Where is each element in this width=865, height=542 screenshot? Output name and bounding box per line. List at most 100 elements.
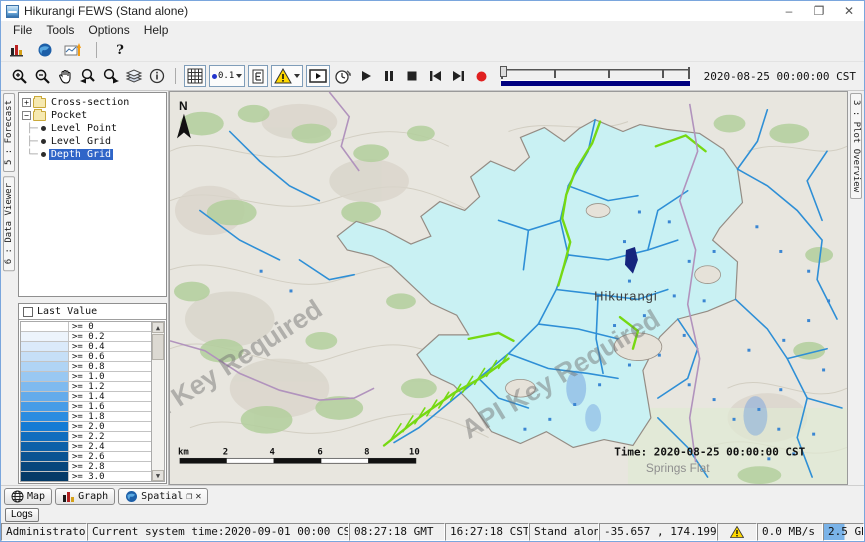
- legend-label: >= 0.6: [69, 352, 105, 361]
- map-globe-icon[interactable]: [35, 39, 55, 61]
- help-button[interactable]: ?: [110, 39, 130, 61]
- threshold-value: 0.1: [218, 71, 234, 81]
- legend-swatch: [21, 342, 69, 351]
- legend-swatch: [21, 362, 69, 371]
- tab-data-viewer[interactable]: 6 : Data Viewer: [3, 176, 15, 271]
- svg-text:km: km: [178, 447, 189, 457]
- tab-graph[interactable]: Graph: [55, 488, 115, 505]
- play-button[interactable]: [356, 65, 376, 87]
- legend-label: >= 0.4: [69, 342, 105, 351]
- legend-label: >= 2.8: [69, 462, 105, 471]
- status-local-time: 16:27:18 CST: [445, 523, 529, 541]
- legend-scrollbar[interactable]: ▲ ▼: [151, 322, 164, 481]
- time-slider[interactable]: [500, 65, 690, 87]
- collapse-icon[interactable]: −: [22, 111, 31, 120]
- tab-map[interactable]: Map: [4, 488, 52, 505]
- zoom-next-icon[interactable]: [101, 65, 121, 87]
- legend-swatch: [21, 462, 69, 471]
- tree-item-level-point[interactable]: ├─Level Point: [20, 122, 165, 135]
- legend-swatch: [21, 322, 69, 331]
- locality-label: Springs Flat: [646, 461, 710, 475]
- legend-swatch: [21, 352, 69, 361]
- legend-label: >= 2.0: [69, 422, 105, 431]
- scroll-down-icon[interactable]: ▼: [152, 470, 164, 481]
- animation-panel-button[interactable]: [306, 65, 330, 87]
- scroll-thumb[interactable]: [152, 334, 164, 360]
- current-datetime: 2020-08-25 00:00:00 CST: [700, 70, 860, 83]
- tree-item-depth-grid[interactable]: └─Depth Grid: [20, 148, 165, 161]
- main-toolbar: ?: [1, 39, 864, 62]
- town-label: Hikurangi: [594, 288, 658, 303]
- stop-button[interactable]: [402, 65, 422, 87]
- map-canvas[interactable]: API Key Required API Key Required N Hiku…: [169, 91, 848, 485]
- menu-item-options[interactable]: Options: [82, 22, 135, 38]
- step-back-button[interactable]: [425, 65, 445, 87]
- slider-handle[interactable]: [500, 66, 507, 77]
- legend-row: >= 2.6: [21, 452, 151, 462]
- legend-label: >= 0: [69, 322, 94, 331]
- logs-row: Logs: [1, 506, 864, 523]
- last-value-checkbox[interactable]: [23, 307, 33, 317]
- warning-threshold-dropdown[interactable]: [271, 65, 303, 87]
- legend-panel: Last Value >= 0>= 0.2>= 0.4>= 0.6>= 0.8>…: [18, 303, 167, 484]
- tab-forecast[interactable]: 5 : Forecast: [3, 93, 15, 172]
- info-icon[interactable]: [147, 65, 167, 87]
- status-coordinates: -35.657 , 174.199: [599, 523, 717, 541]
- chevron-down-icon: [294, 74, 300, 78]
- point-threshold-dropdown[interactable]: 0.1: [209, 65, 245, 87]
- time-settings-icon[interactable]: [333, 65, 353, 87]
- legend-label: >= 1.6: [69, 402, 105, 411]
- label-toggle-button[interactable]: [248, 65, 268, 87]
- zoom-previous-icon[interactable]: [78, 65, 98, 87]
- tree-item-label: Depth Grid: [49, 149, 113, 160]
- zoom-in-icon[interactable]: [9, 65, 29, 87]
- step-forward-button[interactable]: [448, 65, 468, 87]
- minimize-button[interactable]: –: [774, 1, 804, 21]
- legend-swatch: [21, 372, 69, 381]
- tree-item-cross-section[interactable]: + Cross-section: [20, 96, 165, 109]
- tree-item-label: Cross-section: [49, 97, 131, 108]
- legend-row: >= 2.4: [21, 442, 151, 452]
- pause-button[interactable]: [379, 65, 399, 87]
- tab-spatial[interactable]: Spatial ❐ ✕: [118, 488, 208, 505]
- app-icon: [6, 5, 19, 18]
- database-viewer-icon[interactable]: [7, 39, 27, 61]
- chevron-down-icon: [236, 74, 242, 78]
- menu-item-help[interactable]: Help: [138, 22, 175, 38]
- tab-spatial-label: Spatial: [141, 491, 183, 502]
- status-gmt-time: 08:27:18 GMT: [349, 523, 445, 541]
- tab-plot-overview[interactable]: 3 : Plot Overview: [850, 93, 862, 199]
- status-bar: Administrator Current system time:2020-0…: [1, 523, 864, 541]
- menu-item-file[interactable]: File: [7, 22, 38, 38]
- legend-label: >= 0.2: [69, 332, 105, 341]
- zoom-out-icon[interactable]: [32, 65, 52, 87]
- expand-icon[interactable]: +: [22, 98, 31, 107]
- import-chart-icon[interactable]: [63, 39, 83, 61]
- right-tab-strip: 3 : Plot Overview: [848, 91, 864, 485]
- record-button[interactable]: [471, 65, 491, 87]
- legend-label: >= 1.4: [69, 392, 105, 401]
- node-bullet-icon: [41, 139, 46, 144]
- scroll-up-icon[interactable]: ▲: [152, 322, 164, 333]
- legend-row: >= 1.6: [21, 402, 151, 412]
- menu-item-tools[interactable]: Tools: [40, 22, 80, 38]
- logs-button[interactable]: Logs: [5, 508, 39, 522]
- grid-layer-button[interactable]: [184, 65, 206, 87]
- legend-swatch: [21, 382, 69, 391]
- close-tab-icon[interactable]: ✕: [195, 491, 201, 502]
- layers-icon[interactable]: [124, 65, 144, 87]
- pan-hand-icon[interactable]: [55, 65, 75, 87]
- tree-item-pocket[interactable]: −Pocket: [20, 109, 165, 122]
- tree-item-label: Level Point: [49, 123, 119, 134]
- legend-swatch: [21, 452, 69, 461]
- tab-graph-label: Graph: [78, 491, 108, 502]
- maximize-button[interactable]: ❐: [804, 1, 834, 21]
- tree-item-level-grid[interactable]: ├─Level Grid: [20, 135, 165, 148]
- close-button[interactable]: ✕: [834, 1, 864, 21]
- toolbar-separator: [175, 68, 176, 84]
- panel-splitter[interactable]: [17, 298, 168, 302]
- status-warning[interactable]: [717, 523, 757, 541]
- app-window: Hikurangi FEWS (Stand alone) – ❐ ✕ FileT…: [0, 0, 865, 542]
- legend-swatch: [21, 412, 69, 421]
- float-panel-icon[interactable]: ❐: [186, 491, 192, 502]
